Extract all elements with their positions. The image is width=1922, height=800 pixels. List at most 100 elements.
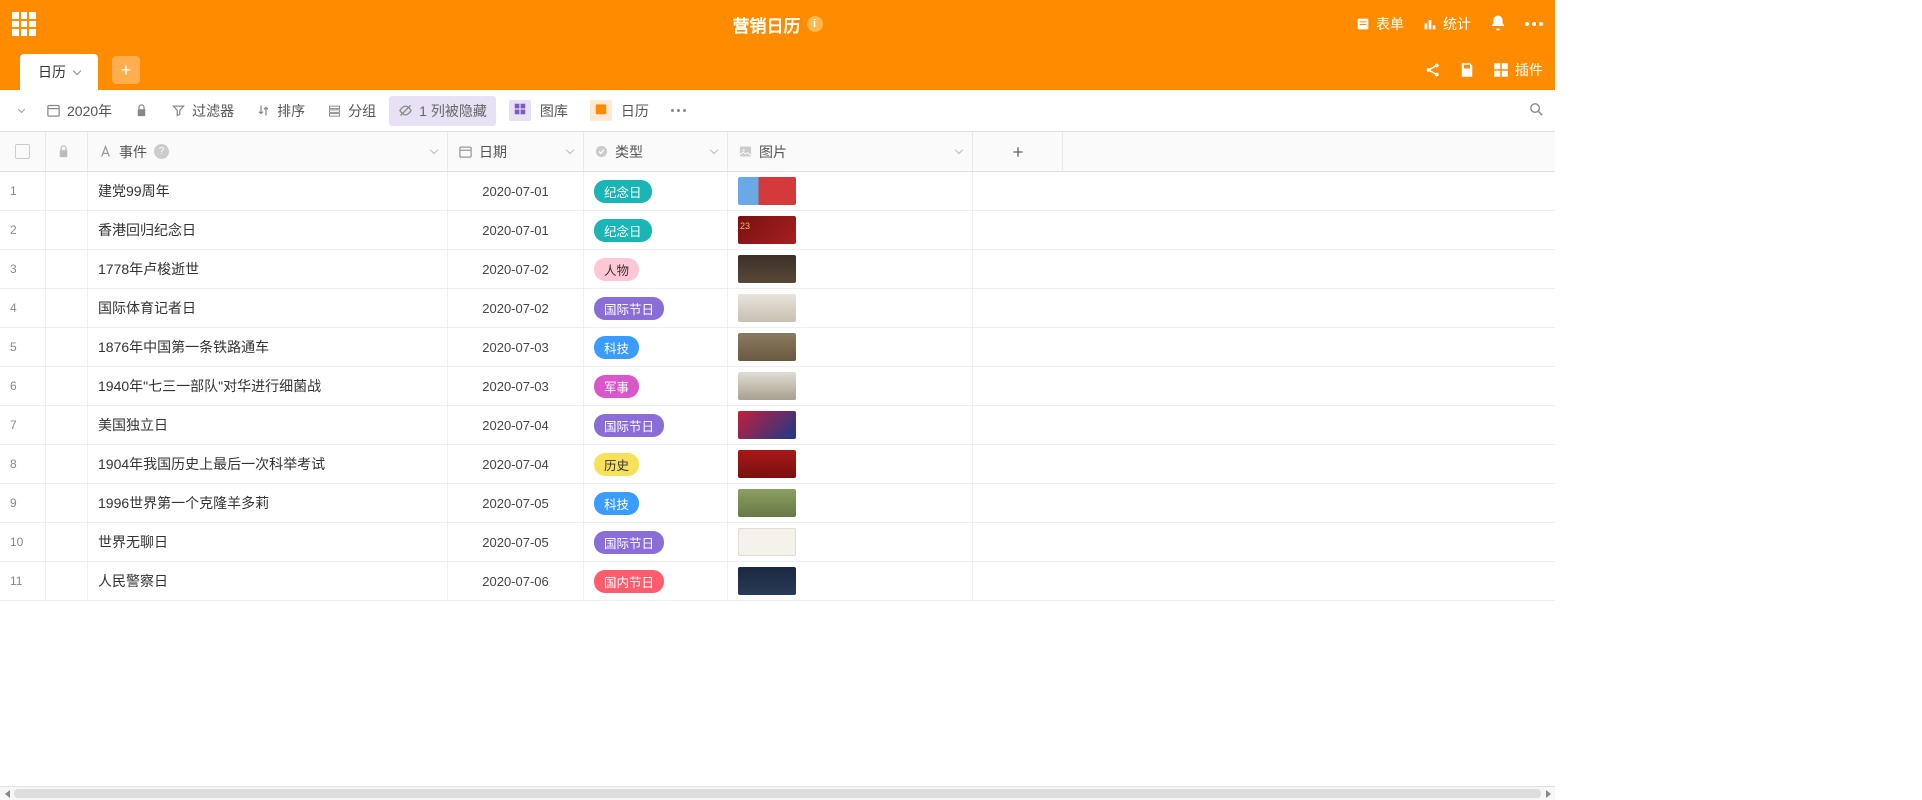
cell-type[interactable]: 国际节日	[584, 523, 728, 561]
cell-event[interactable]: 人民警察日	[88, 562, 448, 600]
table-row[interactable]: 11人民警察日2020-07-06国内节日	[0, 562, 1555, 601]
horizontal-scrollbar[interactable]	[0, 786, 1555, 800]
cell-event[interactable]: 1996世界第一个克隆羊多莉	[88, 484, 448, 522]
cell-event[interactable]: 世界无聊日	[88, 523, 448, 561]
table-header: 事件 ? 日期 类型 图片	[0, 132, 1555, 172]
tab-calendar[interactable]: 日历	[20, 54, 98, 90]
cell-event[interactable]: 1778年卢梭逝世	[88, 250, 448, 288]
column-date[interactable]: 日期	[448, 132, 584, 171]
notification-icon[interactable]	[1489, 14, 1507, 35]
plugin-button[interactable]: 插件	[1492, 60, 1543, 80]
cell-type[interactable]: 国际节日	[584, 289, 728, 327]
calendar-view-button[interactable]: 日历	[581, 95, 658, 126]
cell-date[interactable]: 2020-07-02	[448, 250, 584, 288]
cell-type[interactable]: 纪念日	[584, 211, 728, 249]
select-all-checkbox[interactable]	[0, 132, 46, 171]
cell-type[interactable]: 历史	[584, 445, 728, 483]
view-menu[interactable]	[10, 104, 33, 117]
row-lock	[46, 406, 88, 444]
cell-date[interactable]: 2020-07-03	[448, 328, 584, 366]
cell-image[interactable]	[728, 328, 973, 366]
table-row[interactable]: 4国际体育记者日2020-07-02国际节日	[0, 289, 1555, 328]
table-row[interactable]: 61940年"七三一部队"对华进行细菌战2020-07-03军事	[0, 367, 1555, 406]
cell-date[interactable]: 2020-07-05	[448, 523, 584, 561]
group-button[interactable]: 分组	[318, 96, 385, 126]
cell-date[interactable]: 2020-07-05	[448, 484, 584, 522]
cell-date[interactable]: 2020-07-01	[448, 172, 584, 210]
table-row[interactable]: 81904年我国历史上最后一次科举考试2020-07-04历史	[0, 445, 1555, 484]
type-tag: 国际节日	[594, 297, 664, 320]
cell-type[interactable]: 人物	[584, 250, 728, 288]
column-type[interactable]: 类型	[584, 132, 728, 171]
cell-image[interactable]	[728, 172, 973, 210]
cell-event[interactable]: 建党99周年	[88, 172, 448, 210]
table-row[interactable]: 91996世界第一个克隆羊多莉2020-07-05科技	[0, 484, 1555, 523]
cell-type[interactable]: 科技	[584, 328, 728, 366]
stats-label: 统计	[1443, 14, 1471, 34]
table-row[interactable]: 31778年卢梭逝世2020-07-02人物	[0, 250, 1555, 289]
table-row[interactable]: 2香港回归纪念日2020-07-01纪念日	[0, 211, 1555, 250]
sort-label: 排序	[277, 101, 305, 121]
gallery-label: 图库	[540, 101, 568, 121]
image-icon	[738, 144, 753, 159]
cell-date[interactable]: 2020-07-01	[448, 211, 584, 249]
cell-image[interactable]	[728, 484, 973, 522]
add-tab-button[interactable]: +	[112, 56, 140, 84]
cell-event[interactable]: 1904年我国历史上最后一次科举考试	[88, 445, 448, 483]
cell-type[interactable]: 科技	[584, 484, 728, 522]
filter-button[interactable]: 过滤器	[162, 96, 243, 126]
row-lock	[46, 523, 88, 561]
cell-image[interactable]	[728, 523, 973, 561]
year-selector[interactable]: 2020年	[37, 96, 121, 126]
toolbar-more[interactable]	[662, 104, 696, 118]
thumbnail	[738, 333, 796, 361]
cell-event[interactable]: 国际体育记者日	[88, 289, 448, 327]
help-icon[interactable]: ?	[154, 144, 169, 159]
cell-type[interactable]: 国内节日	[584, 562, 728, 600]
row-lock	[46, 328, 88, 366]
column-event[interactable]: 事件 ?	[88, 132, 448, 171]
cell-date[interactable]: 2020-07-02	[448, 289, 584, 327]
table-row[interactable]: 10 世界无聊日2020-07-05国际节日	[0, 523, 1555, 562]
cell-image[interactable]	[728, 211, 973, 249]
row-number: 7	[0, 406, 46, 444]
cell-date[interactable]: 2020-07-06	[448, 562, 584, 600]
cell-image[interactable]	[728, 445, 973, 483]
table-row[interactable]: 7 美国独立日2020-07-04国际节日	[0, 406, 1555, 445]
hidden-columns-button[interactable]: 1 列被隐藏	[389, 96, 496, 126]
cell-type[interactable]: 军事	[584, 367, 728, 405]
search-button[interactable]	[1528, 101, 1545, 121]
cell-date[interactable]: 2020-07-03	[448, 367, 584, 405]
cell-type[interactable]: 纪念日	[584, 172, 728, 210]
table-row[interactable]: 51876年中国第一条铁路通车2020-07-03科技	[0, 328, 1555, 367]
save-icon[interactable]	[1458, 61, 1476, 79]
cell-type[interactable]: 国际节日	[584, 406, 728, 444]
info-icon[interactable]: i	[807, 16, 823, 32]
cell-date[interactable]: 2020-07-04	[448, 445, 584, 483]
cell-image[interactable]	[728, 289, 973, 327]
cell-image[interactable]	[728, 367, 973, 405]
cell-event[interactable]: 香港回归纪念日	[88, 211, 448, 249]
sort-button[interactable]: 排序	[247, 96, 314, 126]
stats-button[interactable]: 统计	[1422, 14, 1471, 34]
add-column-button[interactable]	[973, 132, 1063, 171]
apps-icon[interactable]	[12, 12, 36, 36]
cell-date[interactable]: 2020-07-04	[448, 406, 584, 444]
lock-button[interactable]	[125, 98, 158, 123]
lock-column	[46, 132, 88, 171]
row-number: 10	[0, 523, 46, 561]
cell-event[interactable]: 美国独立日	[88, 406, 448, 444]
share-icon[interactable]	[1424, 61, 1442, 79]
cell-event[interactable]: 1876年中国第一条铁路通车	[88, 328, 448, 366]
cell-image[interactable]	[728, 562, 973, 600]
more-menu[interactable]	[1525, 22, 1543, 26]
cell-image[interactable]	[728, 250, 973, 288]
column-image[interactable]: 图片	[728, 132, 973, 171]
type-tag: 科技	[594, 492, 639, 515]
form-button[interactable]: 表单	[1355, 14, 1404, 34]
cell-image[interactable]	[728, 406, 973, 444]
table-row[interactable]: 1建党99周年2020-07-01纪念日	[0, 172, 1555, 211]
type-tag: 国内节日	[594, 570, 664, 593]
gallery-view-button[interactable]: 图库	[500, 95, 577, 126]
cell-event[interactable]: 1940年"七三一部队"对华进行细菌战	[88, 367, 448, 405]
